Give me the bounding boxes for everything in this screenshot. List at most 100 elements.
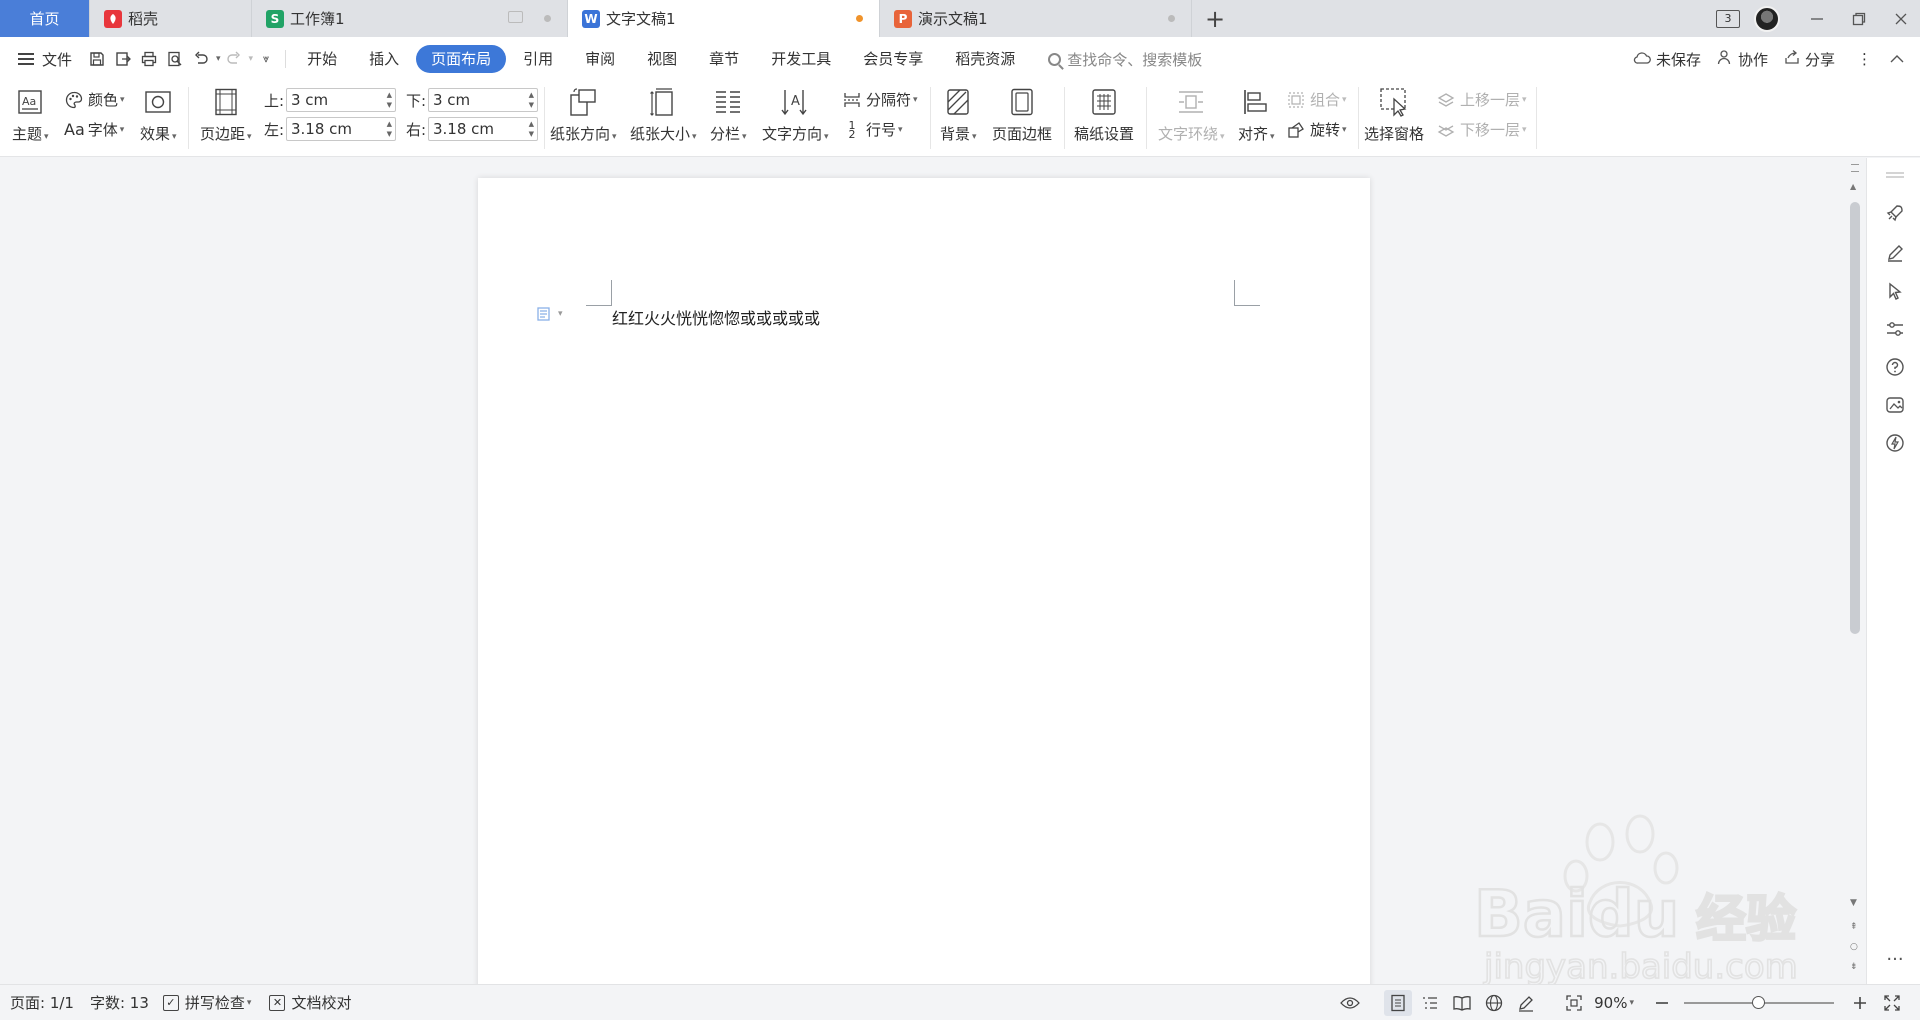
font-button[interactable]: Aa 字体 ▾: [64, 119, 124, 140]
document-workspace[interactable]: ▾ 红红火火恍恍惚惚或或或或或: [0, 158, 1848, 984]
spinner-icon[interactable]: ▲ ▼: [529, 90, 534, 110]
eye-protection-icon[interactable]: [1336, 990, 1364, 1016]
tab-view[interactable]: 视图: [632, 45, 692, 73]
zoom-slider-knob[interactable]: [1752, 996, 1765, 1009]
command-search[interactable]: 查找命令、搜索模板: [1048, 49, 1202, 70]
collaborate-button[interactable]: 协作: [1717, 49, 1768, 70]
more-options-icon[interactable]: ⋮: [1857, 50, 1872, 68]
tab-references[interactable]: 引用: [508, 45, 568, 73]
adjust-settings-icon[interactable]: [1884, 318, 1906, 340]
fit-page-icon[interactable]: [1560, 990, 1588, 1016]
tab-page-layout[interactable]: 页面布局: [416, 45, 507, 73]
scrollbar-thumb[interactable]: [1850, 202, 1860, 634]
orientation-button[interactable]: 纸张方向 ▾: [550, 87, 617, 144]
lightning-icon[interactable]: [1884, 432, 1906, 454]
split-grip-icon[interactable]: [1851, 164, 1859, 172]
spinner-icon[interactable]: ▲ ▼: [387, 90, 392, 110]
margins-button[interactable]: 页边距 ▾: [200, 87, 252, 144]
next-page-icon[interactable]: ⇟: [1850, 962, 1858, 972]
paper-size-button[interactable]: 纸张大小 ▾: [630, 87, 697, 144]
columns-button[interactable]: 分栏 ▾: [710, 87, 747, 144]
tab-writer[interactable]: W 文字文稿1: [568, 0, 880, 37]
write-mode-icon[interactable]: [1512, 990, 1540, 1016]
new-tab-button[interactable]: +: [1192, 0, 1238, 37]
scroll-down-icon[interactable]: ▼: [1850, 898, 1857, 908]
text-direction-button[interactable]: A 文字方向 ▾: [762, 87, 829, 144]
unsaved-status-button[interactable]: 未保存: [1633, 49, 1701, 70]
cursor-select-icon[interactable]: [1884, 280, 1906, 302]
margin-bottom-input[interactable]: 3 cm ▲ ▼: [428, 88, 538, 112]
collapse-ribbon-icon[interactable]: [1890, 54, 1904, 64]
document-text[interactable]: 红红火火恍恍惚惚或或或或或: [612, 305, 820, 329]
close-icon[interactable]: [1882, 0, 1920, 37]
file-menu[interactable]: 文件: [0, 44, 84, 74]
share-button[interactable]: 分享: [1784, 49, 1835, 70]
group-button[interactable]: 组合 ▾: [1286, 89, 1347, 110]
rotate-button[interactable]: 旋转 ▾: [1286, 119, 1347, 140]
tab-review[interactable]: 审阅: [570, 45, 630, 73]
margin-right-input[interactable]: 3.18 cm ▲ ▼: [428, 117, 538, 141]
export-pdf-icon[interactable]: [110, 46, 136, 72]
customize-toolbar-icon[interactable]: ⩔: [253, 46, 279, 72]
zoom-level-dropdown[interactable]: 90% ▾: [1594, 994, 1634, 1012]
spinner-icon[interactable]: ▲ ▼: [529, 119, 534, 139]
web-view-icon[interactable]: [1480, 990, 1508, 1016]
image-tool-icon[interactable]: [1884, 394, 1906, 416]
send-backward-button[interactable]: 下移一层 ▾: [1436, 119, 1527, 140]
zoom-out-icon[interactable]: [1648, 990, 1676, 1016]
wrap-text-button[interactable]: 文字环绕 ▾: [1158, 87, 1225, 144]
tab-docer-resources[interactable]: 稻壳资源: [940, 45, 1030, 73]
page-view-icon[interactable]: [1384, 990, 1413, 1016]
effects-button[interactable]: 效果 ▾: [140, 87, 177, 144]
proofread-button[interactable]: ✕ 文档校对: [269, 992, 351, 1013]
monitor-icon[interactable]: [508, 11, 523, 23]
print-preview-icon[interactable]: [162, 46, 188, 72]
word-count[interactable]: 字数: 13: [90, 992, 149, 1013]
restore-icon[interactable]: [1840, 0, 1878, 37]
margin-left-input[interactable]: 3.18 cm ▲ ▼: [286, 117, 396, 141]
window-count-badge[interactable]: 3: [1716, 9, 1740, 28]
document-page[interactable]: ▾ 红红火火恍恍惚惚或或或或或: [478, 178, 1370, 984]
fullscreen-icon[interactable]: [1878, 990, 1906, 1016]
minimize-icon[interactable]: [1798, 0, 1836, 37]
more-icon[interactable]: ···: [1884, 948, 1906, 970]
background-button[interactable]: 背景 ▾: [940, 87, 977, 144]
tab-section[interactable]: 章节: [694, 45, 754, 73]
select-browse-object-icon[interactable]: ○: [1850, 942, 1858, 952]
pen-icon[interactable]: [1884, 242, 1906, 264]
tab-member[interactable]: 会员专享: [848, 45, 938, 73]
vertical-scrollbar[interactable]: ▲ ▼ ⇞ ○ ⇟: [1846, 158, 1864, 984]
breaks-button[interactable]: 分隔符 ▾: [842, 89, 918, 110]
paragraph-layout-icon[interactable]: ▾: [536, 306, 563, 322]
avatar[interactable]: [1754, 5, 1780, 32]
tab-presentation[interactable]: P 演示文稿1: [880, 0, 1192, 37]
outline-view-icon[interactable]: [1416, 990, 1444, 1016]
manuscript-settings-button[interactable]: 稿纸设置: [1074, 87, 1134, 144]
tab-home[interactable]: 首页: [0, 0, 90, 37]
print-icon[interactable]: [136, 46, 162, 72]
theme-button[interactable]: Aa 主题 ▾: [12, 87, 49, 144]
tab-close-dot[interactable]: [1168, 15, 1175, 22]
previous-page-icon[interactable]: ⇞: [1850, 922, 1858, 932]
undo-icon[interactable]: [188, 46, 214, 72]
bring-forward-button[interactable]: 上移一层 ▾: [1436, 89, 1527, 110]
page-border-button[interactable]: 页面边框: [992, 87, 1052, 144]
tab-docer[interactable]: 稻壳: [90, 0, 252, 37]
spinner-icon[interactable]: ▲ ▼: [387, 119, 392, 139]
zoom-slider[interactable]: [1684, 996, 1834, 1009]
color-button[interactable]: 颜色 ▾: [64, 89, 125, 110]
tab-workbook[interactable]: S 工作簿1: [252, 0, 568, 37]
tab-developer[interactable]: 开发工具: [756, 45, 846, 73]
tab-insert[interactable]: 插入: [354, 45, 414, 73]
scroll-up-icon[interactable]: ▲: [1850, 182, 1856, 191]
redo-icon[interactable]: [221, 46, 247, 72]
selection-pane-button[interactable]: 选择窗格: [1364, 87, 1424, 144]
line-numbers-button[interactable]: 12 行号 ▾: [842, 119, 903, 140]
align-button[interactable]: 对齐 ▾: [1238, 87, 1275, 144]
reading-view-icon[interactable]: [1448, 990, 1476, 1016]
rocket-icon[interactable]: [1884, 202, 1906, 224]
margin-top-input[interactable]: 3 cm ▲ ▼: [286, 88, 396, 112]
unsaved-dot[interactable]: [856, 15, 863, 22]
page-count[interactable]: 页面: 1/1: [10, 992, 74, 1013]
panel-grip-icon[interactable]: [1884, 168, 1906, 182]
